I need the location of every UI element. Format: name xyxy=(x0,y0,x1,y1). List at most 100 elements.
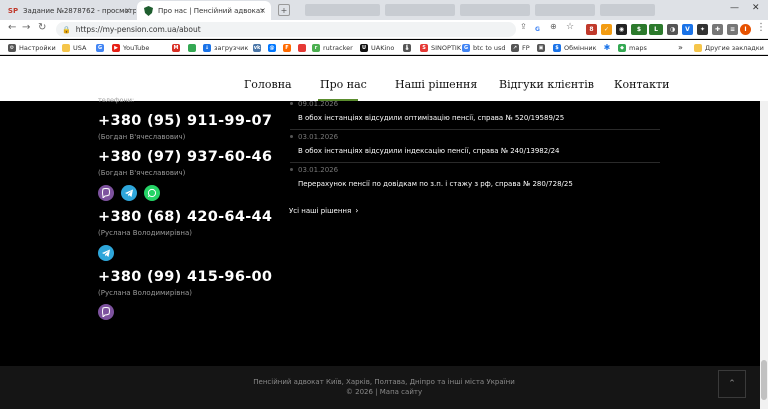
scrollbar-thumb[interactable] xyxy=(761,360,767,400)
phone-number[interactable]: +380 (68) 420-64-44 xyxy=(98,209,272,225)
phone-number[interactable]: +380 (97) 937-60-46 xyxy=(98,149,272,165)
bookmark-orange[interactable]: F xyxy=(283,42,294,53)
bookmarks-more-button[interactable]: » xyxy=(678,42,683,53)
footer-text: Пенсійний адвокат Київ, Харків, Полтава,… xyxy=(253,378,515,386)
bookmark-icon: ▣ xyxy=(537,43,545,52)
chevron-right-icon: › xyxy=(355,206,359,215)
folder-icon xyxy=(694,43,702,52)
background-tab[interactable] xyxy=(305,4,380,16)
minimize-button[interactable]: — xyxy=(730,3,739,13)
bookmark-maps[interactable]: ◆ maps xyxy=(618,42,647,53)
telegram-icon[interactable] xyxy=(121,185,137,201)
zoom-icon[interactable]: ⊕ xyxy=(550,22,557,31)
tab-zadanie[interactable]: SP Задание №2878762 - просмотр з × xyxy=(2,1,136,20)
forward-icon[interactable]: → xyxy=(22,22,30,33)
tab-close-icon[interactable]: × xyxy=(259,6,266,15)
scroll-to-top-button[interactable]: ⌃ xyxy=(718,370,746,398)
bullet-icon xyxy=(290,135,293,138)
bullet-icon xyxy=(290,168,293,171)
bookmark-youtube[interactable]: ▶ YouTube xyxy=(112,42,149,53)
phone-number[interactable]: +380 (99) 415-96-00 xyxy=(98,269,272,285)
ltc-ext-icon[interactable]: L xyxy=(649,24,663,35)
bookmark-zagruznik[interactable]: ↓ загрузчик xyxy=(203,42,248,53)
bookmark-red[interactable] xyxy=(298,42,309,53)
fp-icon: ↗ xyxy=(511,43,519,52)
list-item[interactable]: 09.01.2026 В обох інстанціях відсудили о… xyxy=(290,100,660,130)
star-bookmark-icon: ✱ xyxy=(603,43,611,52)
bookmark-sinoptik[interactable]: S SINOPTIK xyxy=(420,42,461,53)
extension-icon[interactable]: ✓ xyxy=(601,24,612,35)
back-icon[interactable]: ← xyxy=(8,22,16,33)
gmail-icon: M xyxy=(172,43,180,52)
new-tab-button[interactable]: + xyxy=(278,4,290,16)
case-date: 09.01.2026 xyxy=(298,100,339,108)
share-icon[interactable]: ⇪ xyxy=(520,22,527,31)
close-window-button[interactable]: ✕ xyxy=(752,3,760,13)
list-item[interactable]: 03.01.2026 В обох інстанціях відсудили і… xyxy=(290,133,660,163)
bookmark-icon-item[interactable]: ▣ xyxy=(537,42,548,53)
nav-reviews[interactable]: Відгуки клієнтів xyxy=(499,78,594,91)
extension-icon[interactable]: ◑ xyxy=(667,24,678,35)
case-date: 03.01.2026 xyxy=(298,133,339,141)
all-decisions-link[interactable]: Усі наші рішення › xyxy=(289,206,358,215)
bookmark-rutracker[interactable]: r rutracker xyxy=(312,42,353,53)
thermometer-icon: 🌡 xyxy=(403,43,411,52)
bookmark-thermometer[interactable]: 🌡 xyxy=(403,42,414,53)
star-icon[interactable]: ☆ xyxy=(566,22,574,32)
footer-copyright[interactable]: © 2026 | Мапа сайту xyxy=(0,388,768,396)
bookmark-vk[interactable]: vk xyxy=(253,42,264,53)
case-title[interactable]: В обох інстанціях відсудили оптимізацію … xyxy=(298,114,564,122)
address-bar: ← → ↻ 🔒 https://my-pension.com.ua/about … xyxy=(0,20,768,39)
menu-dots-icon[interactable]: ⋮ xyxy=(756,22,766,33)
background-tab[interactable] xyxy=(460,4,530,16)
viber-icon[interactable] xyxy=(98,304,114,320)
divider xyxy=(290,129,660,130)
nav-home[interactable]: Головна xyxy=(244,78,292,91)
url-field[interactable]: 🔒 https://my-pension.com.ua/about xyxy=(56,22,516,37)
puzzle-icon[interactable]: ✚ xyxy=(712,24,723,35)
price-ext-icon[interactable]: $ xyxy=(631,24,647,35)
list-item[interactable]: 03.01.2026 Перерахунок пенсії по довідка… xyxy=(290,166,660,196)
gear-icon: ⚙ xyxy=(8,43,16,52)
case-title[interactable]: В обох інстанціях відсудили індексацію п… xyxy=(298,147,560,155)
phone-number[interactable]: +380 (95) 911-99-07 xyxy=(98,113,272,129)
whatsapp-icon[interactable] xyxy=(144,185,160,201)
rutracker-icon: r xyxy=(312,43,320,52)
site-header: Головна Про нас Наші рішення Відгуки клі… xyxy=(0,56,768,101)
bookmark-mail[interactable]: @ xyxy=(268,42,279,53)
green-icon xyxy=(188,43,196,52)
nav-contacts[interactable]: Контакти xyxy=(614,78,669,91)
viber-icon[interactable] xyxy=(98,185,114,201)
google-ext-icon[interactable]: G xyxy=(532,24,543,35)
sinoptik-icon: S xyxy=(420,43,428,52)
exchange-icon: $ xyxy=(553,43,561,52)
avatar[interactable]: I xyxy=(740,24,751,35)
nav-about[interactable]: Про нас xyxy=(320,78,367,91)
bookmark-usa[interactable]: USA xyxy=(62,42,86,53)
bookmark-green[interactable] xyxy=(188,42,199,53)
bookmark-obminnyk[interactable]: $ Обмінник xyxy=(553,42,596,53)
extension-icon[interactable]: ✦ xyxy=(697,24,708,35)
bookmark-gmail[interactable]: M xyxy=(172,42,183,53)
reload-icon[interactable]: ↻ xyxy=(38,22,46,33)
bookmark-google[interactable]: G xyxy=(96,42,107,53)
bookmark-nastroyki[interactable]: ⚙ Настройки xyxy=(8,42,56,53)
extension-icon[interactable]: ◉ xyxy=(616,24,627,35)
other-bookmarks-folder[interactable]: Другие закладки xyxy=(694,42,764,53)
bookmark-star[interactable]: ✱ xyxy=(603,42,614,53)
bookmark-fp[interactable]: ↗ FP xyxy=(511,42,530,53)
red-icon xyxy=(298,43,306,52)
tab-pro-nas[interactable]: Про нас | Пенсійний адвокат × xyxy=(137,1,271,20)
background-tab[interactable] xyxy=(535,4,595,16)
background-tab[interactable] xyxy=(600,4,655,16)
background-tab[interactable] xyxy=(385,4,455,16)
tab-close-icon[interactable]: × xyxy=(124,6,131,15)
extension-icon[interactable]: ≡ xyxy=(727,24,738,35)
extension-icon[interactable]: V xyxy=(682,24,693,35)
nav-decisions[interactable]: Наші рішення xyxy=(395,78,477,91)
extension-icon[interactable]: 8 xyxy=(586,24,597,35)
bookmark-btc[interactable]: Gbtc to usd xyxy=(462,42,506,53)
bookmark-uakino[interactable]: U UAKino xyxy=(360,42,394,53)
case-title[interactable]: Перерахунок пенсії по довідкам по з.п. і… xyxy=(298,180,573,188)
telegram-icon[interactable] xyxy=(98,245,114,261)
